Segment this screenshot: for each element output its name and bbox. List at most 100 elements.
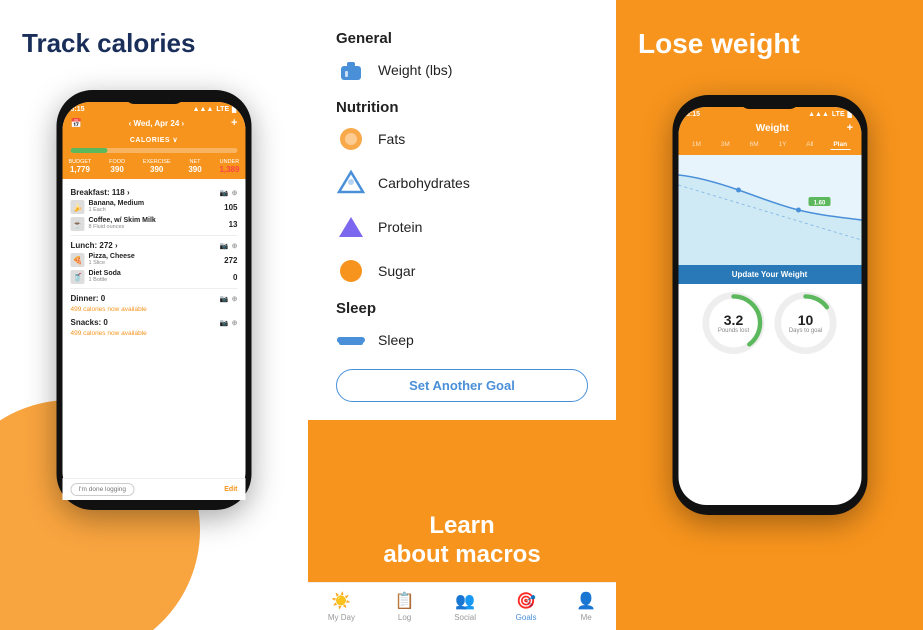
panel2-item-carbs[interactable]: Carbohydrates <box>336 168 588 198</box>
panel3-title: Lose weight <box>616 0 923 76</box>
ph1-food-banana: 🍌 Banana, Medium 1 Each 105 <box>71 200 238 214</box>
ph1-add2-icon[interactable]: ⊕ <box>232 242 238 250</box>
fats-icon <box>336 124 366 154</box>
phone3-screen: 8:15 ▲▲▲ LTE ▊ Weight + 1M 3M <box>678 107 861 505</box>
ph1-macro-exercise: EXERCISE 390 <box>143 159 171 174</box>
weight-icon <box>336 55 366 85</box>
ph1-plus-btn[interactable]: + <box>231 117 237 129</box>
ph1-food-banana-left: 🍌 Banana, Medium 1 Each <box>71 200 145 214</box>
tab-me[interactable]: 👤 Me <box>576 591 596 622</box>
ph3-status-right: ▲▲▲ LTE ▊ <box>808 110 853 118</box>
phone3-shell: 8:15 ▲▲▲ LTE ▊ Weight + 1M 3M <box>672 95 867 515</box>
ph1-banana-info: Banana, Medium 1 Each <box>89 200 145 213</box>
ph1-food-soda-left: 🥤 Diet Soda 1 Bottle <box>71 270 121 284</box>
ph1-status-right: ▲▲▲ LTE ▊ <box>193 105 238 113</box>
panel2-content: General Weight (lbs) Nutrition Fats <box>308 0 616 434</box>
social-icon: 👥 <box>455 591 475 611</box>
ph1-pb-track <box>71 148 238 153</box>
panel-track-calories: Track calories 8:15 ▲▲▲ LTE ▊ 📅 ‹ Wed, A… <box>0 0 308 630</box>
panel-learn-macros: General Weight (lbs) Nutrition Fats <box>308 0 616 630</box>
ph3-plus-btn[interactable]: + <box>847 122 853 134</box>
ph1-lunch-icons: 📷 ⊕ <box>220 242 238 250</box>
ph1-snacks-note: 499 calories now available <box>71 330 238 337</box>
ph1-breakfast-icons: 📷 ⊕ <box>220 189 238 197</box>
ph3-header: Weight + <box>678 120 861 138</box>
carbs-icon <box>336 168 366 198</box>
ph1-food-soda: 🥤 Diet Soda 1 Bottle 0 <box>71 270 238 284</box>
panel2-item-fats[interactable]: Fats <box>336 124 588 154</box>
tab-my-day[interactable]: ☀️ My Day <box>328 591 355 622</box>
log-icon: 📋 <box>395 591 415 611</box>
phone1-screen: 8:15 ▲▲▲ LTE ▊ 📅 ‹ Wed, Apr 24 › + CALOR… <box>63 102 246 500</box>
ph1-signal: ▲▲▲ <box>193 106 214 113</box>
ph1-camera2-icon[interactable]: 📷 <box>220 242 229 250</box>
ph1-edit-button[interactable]: Edit <box>224 486 237 493</box>
ph3-tab-6m[interactable]: 6M <box>747 140 762 150</box>
ph1-camera-icon[interactable]: 📷 <box>220 189 229 197</box>
ph1-food-coffee-left: ☕ Coffee, w/ Skim Milk 8 Fluid ounces <box>71 217 156 231</box>
ph3-tab-plan[interactable]: Plan <box>830 140 850 150</box>
ph1-food-coffee: ☕ Coffee, w/ Skim Milk 8 Fluid ounces 13 <box>71 217 238 231</box>
ph1-lunch-label: Lunch: 272 › <box>71 241 118 250</box>
ph3-time: 8:15 <box>686 111 700 118</box>
tab-social[interactable]: 👥 Social <box>454 591 476 622</box>
ph1-food-pizza-left: 🍕 Pizza, Cheese 1 Slice <box>71 253 135 267</box>
ph1-breakfast-label: Breakfast: 118 › <box>71 188 130 197</box>
tab-goals[interactable]: 🎯 Goals <box>516 591 537 622</box>
ph1-header: 📅 ‹ Wed, Apr 24 › + <box>63 115 246 134</box>
ph1-body: Breakfast: 118 › 📷 ⊕ 🍌 Banana, Medium 1 … <box>63 179 246 344</box>
panel2-item-sleep[interactable]: Sleep <box>336 325 588 355</box>
phone1-notch <box>124 90 184 104</box>
ph1-add4-icon[interactable]: ⊕ <box>232 319 238 327</box>
ph1-macro-budget: BUDGET 1,779 <box>69 159 92 174</box>
tab-goals-label: Goals <box>516 613 537 622</box>
sleep-icon <box>336 325 366 355</box>
ph1-dinner-header: Dinner: 0 📷 ⊕ <box>71 294 238 303</box>
panel2-item-weight[interactable]: Weight (lbs) <box>336 55 588 85</box>
panel2-carbs-label: Carbohydrates <box>378 175 470 191</box>
ph3-update-banner[interactable]: Update Your Weight <box>678 265 861 284</box>
panel2-sugar-label: Sugar <box>378 263 415 279</box>
phone3-notch <box>740 95 800 109</box>
panel2-protein-label: Protein <box>378 219 422 235</box>
panel2-section-general: General <box>336 30 588 47</box>
tab-social-label: Social <box>454 613 476 622</box>
ph1-camera3-icon[interactable]: 📷 <box>220 295 229 303</box>
ph1-add3-icon[interactable]: ⊕ <box>232 295 238 303</box>
tab-my-day-label: My Day <box>328 613 355 622</box>
ph1-pizza-icon: 🍕 <box>71 253 85 267</box>
ph1-dinner-label: Dinner: 0 <box>71 294 106 303</box>
ph1-battery: ▊ <box>232 105 237 113</box>
ph3-lte: LTE <box>832 111 845 118</box>
ph3-header-title: Weight <box>756 123 789 134</box>
svg-text:1.60: 1.60 <box>813 201 825 207</box>
panel2-sleep-label: Sleep <box>378 332 414 348</box>
ph1-lunch-header: Lunch: 272 › 📷 ⊕ <box>71 241 238 250</box>
ph1-macro-under: UNDER 1,389 <box>219 159 239 174</box>
ph3-tab-3m[interactable]: 3M <box>718 140 733 150</box>
ph1-soda-icon: 🥤 <box>71 270 85 284</box>
panel2-weight-label: Weight (lbs) <box>378 62 452 78</box>
phone3: 8:15 ▲▲▲ LTE ▊ Weight + 1M 3M <box>672 95 867 495</box>
ph1-calories-label: CALORIES ∨ <box>63 134 246 148</box>
set-another-goal-button[interactable]: Set Another Goal <box>336 369 588 402</box>
ph1-footer: I'm done logging Edit <box>63 478 246 500</box>
ph1-coffee-icon: ☕ <box>71 217 85 231</box>
ph1-progress-bar <box>63 148 246 157</box>
panel2-item-sugar[interactable]: Sugar <box>336 256 588 286</box>
ph3-tab-1y[interactable]: 1Y <box>775 140 789 150</box>
ph1-date: ‹ Wed, Apr 24 › <box>129 119 185 128</box>
ph3-signal: ▲▲▲ <box>808 111 829 118</box>
ph3-battery: ▊ <box>848 110 853 118</box>
tab-log[interactable]: 📋 Log <box>395 591 415 622</box>
ph3-tab-1m[interactable]: 1M <box>689 140 704 150</box>
ph1-camera4-icon[interactable]: 📷 <box>220 319 229 327</box>
ph1-breakfast-header: Breakfast: 118 › 📷 ⊕ <box>71 188 238 197</box>
ph1-done-button[interactable]: I'm done logging <box>71 483 135 496</box>
ph3-chart-area: 1.60 <box>678 155 861 265</box>
ph3-tab-all[interactable]: All <box>803 140 816 150</box>
ph1-add-icon[interactable]: ⊕ <box>232 189 238 197</box>
ph1-dinner-icons: 📷 ⊕ <box>220 295 238 303</box>
panel2-section-sleep: Sleep <box>336 300 588 317</box>
panel2-item-protein[interactable]: Protein <box>336 212 588 242</box>
